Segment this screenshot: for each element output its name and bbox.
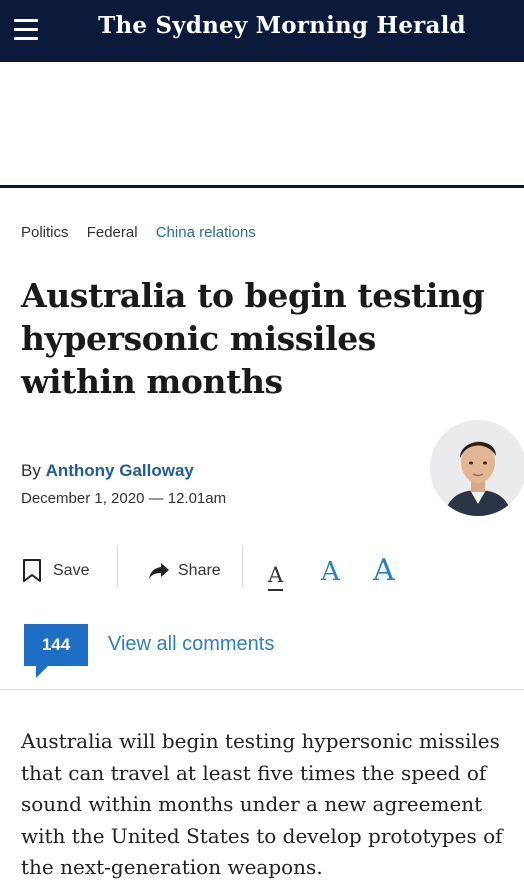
toolbar-divider — [117, 545, 118, 587]
author-avatar[interactable] — [430, 420, 524, 516]
comment-badge-tail — [36, 664, 50, 678]
article-body-paragraph: Australia will begin testing hypersonic … — [21, 729, 503, 879]
publish-date: December 1, 2020 — 12.01am — [21, 490, 227, 507]
masthead-bar: The Sydney Morning Herald — [0, 0, 524, 62]
section-divider — [0, 185, 524, 188]
hamburger-menu-icon[interactable] — [14, 18, 38, 44]
share-button[interactable]: Share — [148, 557, 221, 585]
toolbar-divider — [242, 545, 243, 587]
save-label: Save — [53, 562, 90, 579]
masthead-title[interactable]: The Sydney Morning Herald — [60, 12, 504, 39]
font-size-medium-button[interactable]: A — [321, 557, 340, 587]
byline: By Anthony Galloway — [21, 461, 194, 481]
share-label: Share — [178, 562, 221, 579]
save-button[interactable]: Save — [22, 557, 89, 585]
byline-prefix: By — [21, 461, 41, 480]
comment-count: 144 — [41, 635, 71, 654]
view-comments-link[interactable]: View all comments — [108, 633, 274, 656]
breadcrumb: Politics Federal China relations — [21, 224, 270, 241]
comment-count-badge[interactable]: 144 — [24, 624, 88, 666]
breadcrumb-federal[interactable]: Federal — [87, 224, 138, 241]
content-divider — [0, 689, 524, 690]
font-size-small-button[interactable]: A — [268, 563, 284, 591]
article-toolbar: Save Share A A A — [0, 545, 524, 595]
bookmark-icon — [23, 559, 41, 582]
author-link[interactable]: Anthony Galloway — [46, 461, 194, 480]
breadcrumb-china-relations[interactable]: China relations — [156, 224, 256, 241]
ad-space — [0, 62, 524, 186]
breadcrumb-politics[interactable]: Politics — [21, 224, 69, 241]
article-headline: Australia to begin testing hypersonic mi… — [21, 276, 485, 401]
share-arrow-icon — [149, 563, 169, 579]
font-size-large-button[interactable]: A — [373, 553, 395, 588]
